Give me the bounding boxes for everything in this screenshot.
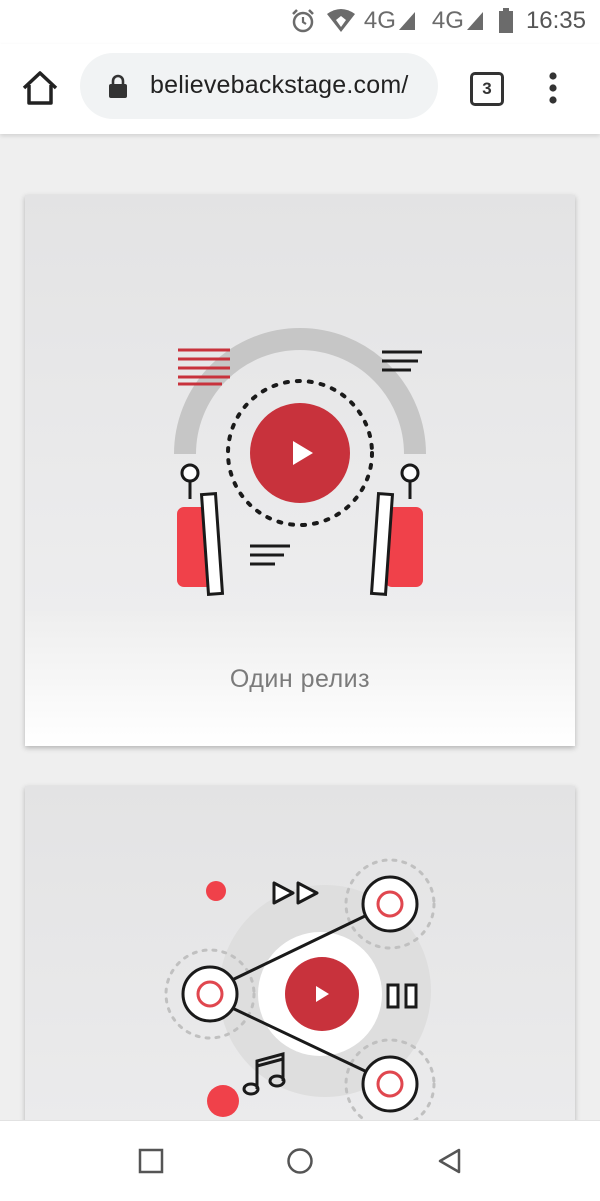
card-caption: Один релиз (229, 665, 371, 693)
network-type-1: 4G (363, 7, 396, 34)
system-navigation-bar (0, 1120, 600, 1201)
card-illustration-area (25, 195, 575, 611)
tab-switcher-button[interactable]: 3 (470, 72, 504, 106)
recents-square-icon[interactable] (136, 1146, 166, 1176)
signal-icon (398, 12, 415, 30)
card-caption-area: Один релиз (25, 611, 575, 746)
lock-icon (109, 74, 127, 98)
page-content: Один релиз (0, 134, 600, 1120)
clock: 16:35 (525, 7, 586, 34)
address-bar[interactable]: believebackstage.com/ (80, 53, 438, 119)
status-bar: 4G 4G 16:35 (0, 0, 600, 44)
release-option-card-single[interactable]: Один релиз (25, 195, 575, 746)
status-icons: 4G 4G 16:35 (290, 6, 586, 36)
headphones-play-illustration (174, 328, 426, 596)
browser-toolbar: believebackstage.com/ 3 (0, 44, 600, 134)
home-circle-icon[interactable] (285, 1146, 315, 1176)
release-option-card-multiple[interactable] (25, 786, 575, 1120)
url-text: believebackstage.com/ (150, 71, 409, 99)
back-triangle-icon[interactable] (435, 1146, 465, 1176)
network-indicator-2: 4G (432, 7, 484, 35)
card-illustration-area (25, 786, 575, 1120)
home-icon[interactable] (20, 68, 60, 108)
battery-icon (498, 8, 513, 33)
wifi-icon (326, 9, 355, 32)
signal-icon (466, 12, 483, 30)
network-indicator-1: 4G (364, 7, 416, 35)
network-play-illustration (164, 858, 436, 1120)
more-vert-icon[interactable] (543, 68, 563, 108)
network-type-2: 4G (431, 7, 464, 34)
alarm-icon (292, 9, 314, 33)
